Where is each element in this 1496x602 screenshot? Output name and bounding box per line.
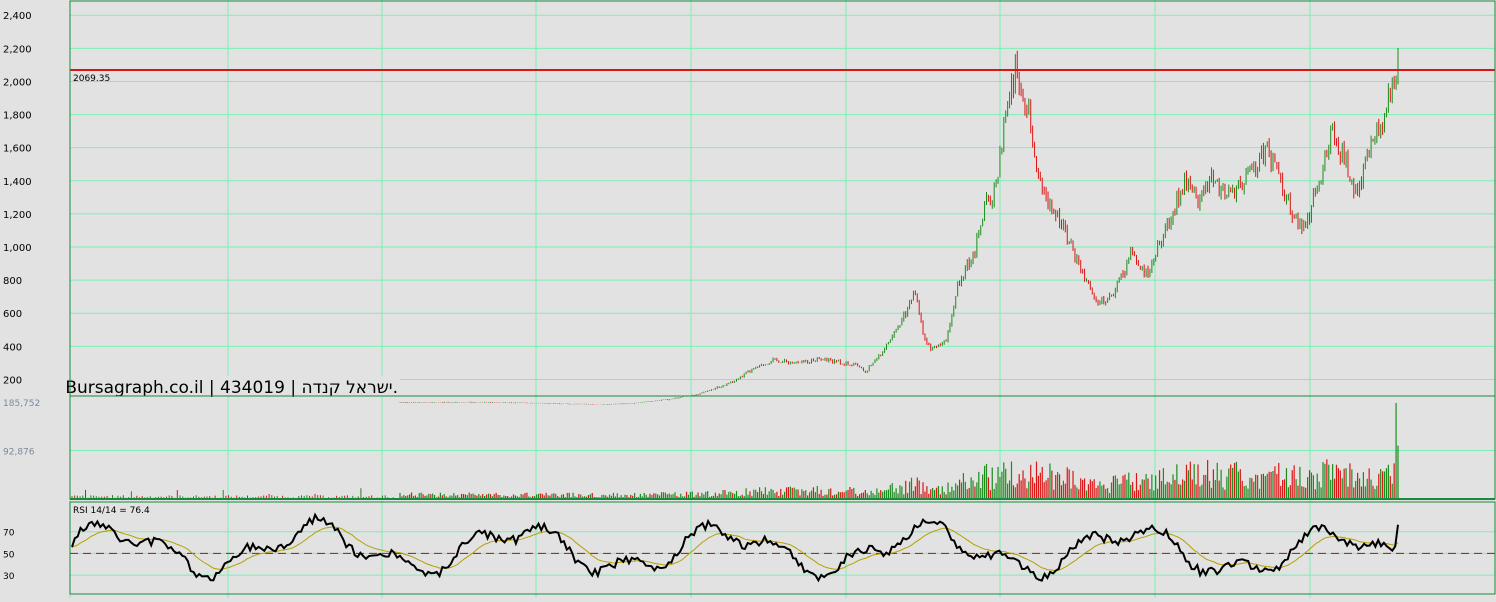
rsi-tick-label: 30 [3,572,15,582]
chart-background [0,0,1496,598]
price-tick-label: 400 [3,342,22,353]
rsi-tick-label: 70 [3,529,15,539]
price-tick-label: 2,200 [3,44,32,55]
chart-svg: 2,400 2,200 2,000 1,800 1,600 1,400 1,200 1,000… [0,0,1496,598]
volume-tick-label: 92,876 [3,448,35,458]
price-tick-label: 1,200 [3,210,32,221]
price-tick-label: 800 [3,276,22,287]
price-tick-label: 1,400 [3,177,32,188]
price-tick-label: 200 [3,375,22,386]
watermark-text: Bursagraph.co.il | 434019 | ישראל קנדה. [65,378,398,398]
volume-tick-label: 185,752 [3,399,40,409]
rsi-axis: 70 50 30 [3,529,15,582]
price-tick-label: 2,400 [3,11,32,22]
price-tick-label: 2,000 [3,77,32,88]
price-tick-label: 1,000 [3,243,32,254]
price-tick-label: 1,600 [3,144,32,155]
price-tick-label: 600 [3,309,22,320]
price-tick-label: 1,800 [3,111,32,122]
resistance-label: 2069.35 [73,74,110,84]
stock-chart: 2,400 2,200 2,000 1,800 1,600 1,400 1,200 1,000… [0,0,1496,598]
rsi-label: RSI 14/14 = 76.4 [73,506,150,516]
rsi-tick-label: 50 [3,550,15,560]
